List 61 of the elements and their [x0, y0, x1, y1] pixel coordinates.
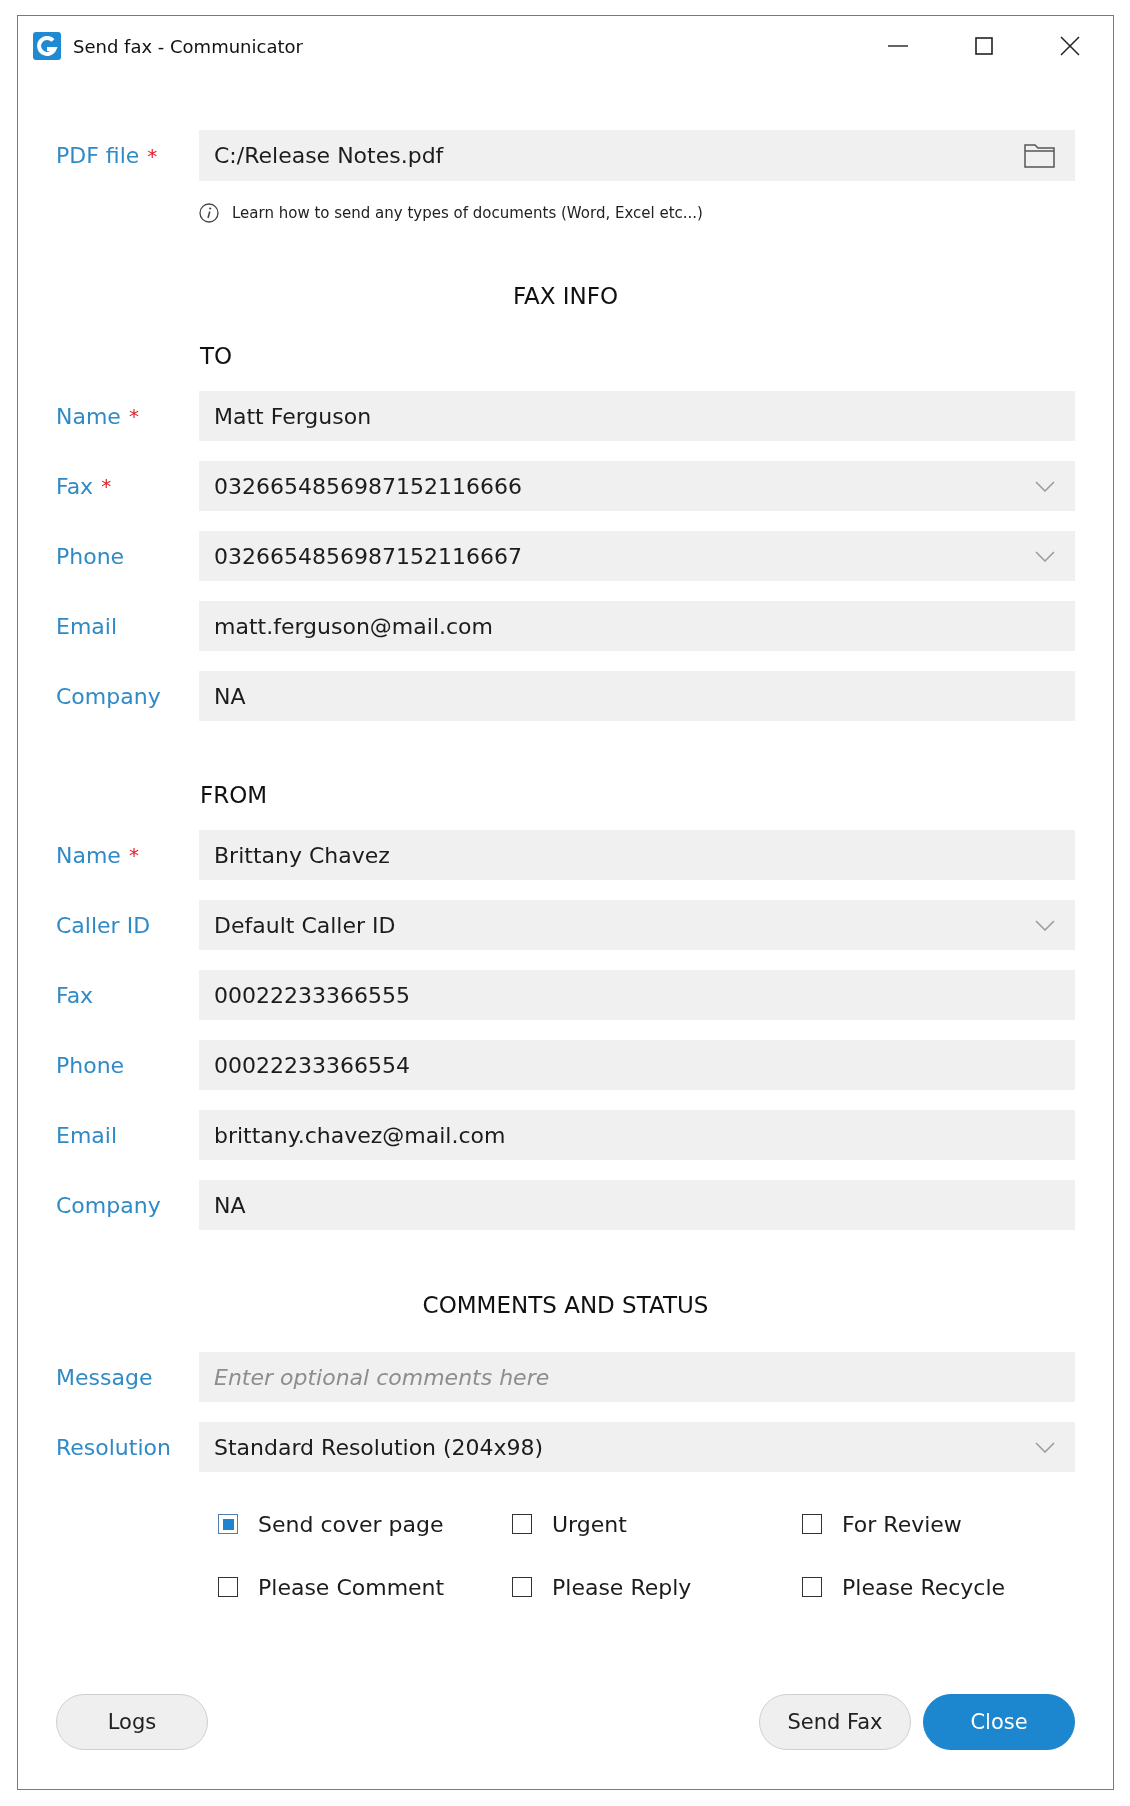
- required-mark: *: [128, 843, 139, 867]
- maximize-icon[interactable]: [975, 37, 993, 55]
- field-label: Resolution: [56, 1434, 171, 1460]
- checkbox-label[interactable]: Send cover page: [258, 1511, 444, 1537]
- field-label: Company: [56, 683, 161, 709]
- checkbox[interactable]: [218, 1514, 238, 1534]
- folder-icon[interactable]: [1024, 143, 1055, 168]
- text-field[interactable]: Matt Ferguson: [199, 391, 1075, 441]
- section-heading: COMMENTS AND STATUS: [422, 1292, 709, 1318]
- primary-button[interactable]: Close: [923, 1694, 1075, 1750]
- required-mark: *: [147, 143, 158, 168]
- text-field[interactable]: NA: [199, 671, 1075, 721]
- text-field[interactable]: NA: [199, 1180, 1075, 1230]
- checkbox-label[interactable]: Please Recycle: [842, 1574, 1006, 1600]
- field-label: Name: [56, 842, 121, 868]
- checkbox-label[interactable]: Please Comment: [258, 1574, 445, 1600]
- required-mark: *: [128, 404, 139, 428]
- group-heading: TO: [200, 343, 233, 369]
- dropdown-field[interactable]: 0326654856987152116666: [199, 461, 1075, 511]
- field-label: Phone: [56, 1052, 125, 1078]
- file-path-field[interactable]: C:/Release Notes.pdf: [199, 130, 1075, 181]
- section-heading: FAX INFO: [512, 283, 619, 309]
- close-icon[interactable]: [1060, 36, 1080, 56]
- window-title: Send fax - Communicator: [73, 35, 304, 57]
- chevron-down-icon: [1035, 1441, 1055, 1453]
- secondary-button[interactable]: Logs: [56, 1694, 208, 1750]
- text-field[interactable]: 00022233366554: [199, 1040, 1075, 1090]
- dropdown-field[interactable]: 0326654856987152116667: [199, 531, 1075, 581]
- field-label: Phone: [56, 543, 125, 569]
- checkbox[interactable]: [512, 1514, 532, 1534]
- checkbox[interactable]: [802, 1514, 822, 1534]
- secondary-button[interactable]: Send Fax: [759, 1694, 911, 1750]
- field-label: Fax: [56, 982, 94, 1008]
- field-label: Email: [56, 1122, 118, 1148]
- dropdown-field[interactable]: Standard Resolution (204x98): [199, 1422, 1075, 1472]
- field-label: Caller ID: [56, 912, 151, 938]
- checkbox-label[interactable]: Urgent: [552, 1511, 627, 1537]
- dropdown-field[interactable]: Default Caller ID: [199, 900, 1075, 950]
- app-logo-icon: [33, 32, 61, 60]
- chevron-down-icon: [1035, 550, 1055, 562]
- field-label: Email: [56, 613, 118, 639]
- checkbox[interactable]: [802, 1577, 822, 1597]
- field-label: Fax: [56, 473, 94, 499]
- checkbox-label[interactable]: For Review: [842, 1511, 962, 1537]
- checkbox-label[interactable]: Please Reply: [552, 1574, 692, 1600]
- required-mark: *: [101, 474, 112, 498]
- info-icon: [199, 203, 219, 223]
- chevron-down-icon: [1035, 919, 1055, 931]
- text-field[interactable]: brittany.chavez@mail.com: [199, 1110, 1075, 1160]
- text-field[interactable]: 00022233366555: [199, 970, 1075, 1020]
- checkbox[interactable]: [218, 1577, 238, 1597]
- help-link[interactable]: Learn how to send any types of documents (Word, Excel etc...): [232, 204, 703, 222]
- field-label: Name: [56, 403, 121, 429]
- group-heading: FROM: [200, 782, 268, 808]
- chevron-down-icon: [1035, 480, 1055, 492]
- checkbox[interactable]: [512, 1577, 532, 1597]
- field-label: PDF file: [56, 143, 140, 168]
- field-label: Company: [56, 1192, 161, 1218]
- field-label: Message: [56, 1364, 153, 1390]
- text-field[interactable]: Brittany Chavez: [199, 830, 1075, 880]
- text-field[interactable]: matt.ferguson@mail.com: [199, 601, 1075, 651]
